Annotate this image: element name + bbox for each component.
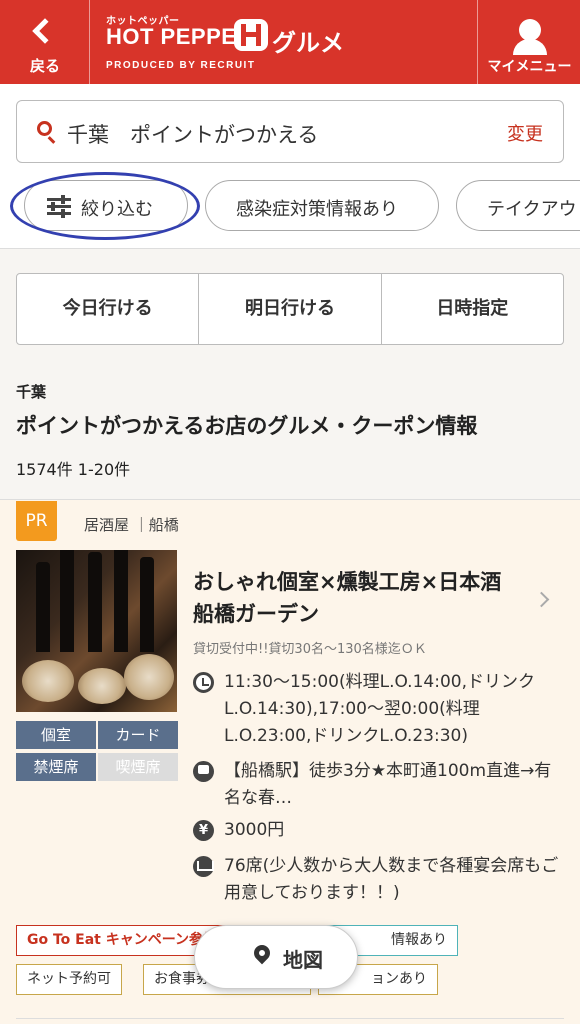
tag-non-smoking: 禁煙席 <box>16 753 96 781</box>
net-reservation-tag: ネット予約可 <box>16 964 122 995</box>
shop-access: 【船橋駅】徒歩3分★本町通100m直進→有名な春… <box>193 758 563 812</box>
shop-catch: 貸切受付中!!貸切30名〜130名様迄ＯＫ <box>193 642 427 657</box>
shop-seats: 76席(少人数から大人数まで各種宴会席もご用意しております！！) <box>193 853 563 907</box>
shop-budget: ¥ 3000円 <box>193 817 553 844</box>
chip-takeout[interactable]: テイクアウト <box>456 180 580 231</box>
narrow-down-label: 絞り込む <box>81 199 153 220</box>
clock-icon <box>193 672 214 693</box>
person-icon <box>519 19 541 41</box>
today-button[interactable]: 今日行ける <box>17 274 200 344</box>
seat-icon <box>193 856 214 877</box>
sliders-icon <box>47 195 71 218</box>
tag-card: カード <box>98 721 178 749</box>
mymenu-label: マイメニュー <box>487 59 572 75</box>
train-icon <box>193 761 214 782</box>
logo-hot-pepper: HOT PEPPER <box>106 24 253 49</box>
search-icon <box>37 121 52 136</box>
area-name: 千葉 <box>16 383 47 401</box>
datetime-button[interactable]: 日時指定 <box>382 274 563 344</box>
tomorrow-button[interactable]: 明日行ける <box>199 274 382 344</box>
page-title: ポイントがつかえるお店のグルメ・クーポン情報 <box>16 414 478 438</box>
map-button[interactable]: 地図 <box>194 925 358 989</box>
logo-gurume: グルメ <box>272 29 344 57</box>
search-query: 千葉 ポイントがつかえる <box>67 123 319 147</box>
narrow-down-button[interactable]: 絞り込む <box>24 180 188 231</box>
map-pin-icon <box>250 941 274 965</box>
app-header: 戻る ホットペッパー HOT PEPPER グルメ PRODUCED BY RE… <box>0 0 580 84</box>
chip-infection-info[interactable]: 感染症対策情報あり <box>205 180 439 231</box>
mymenu-button[interactable]: マイメニュー <box>477 0 580 84</box>
back-label: 戻る <box>29 57 60 75</box>
map-label: 地図 <box>283 948 323 972</box>
logo-produced-by: PRODUCED BY RECRUIT <box>106 60 256 71</box>
result-count: 1574件 1-20件 <box>16 460 131 479</box>
shop-hours: 11:30〜15:00(料理L.O.14:00,ドリンクL.O.14:30),1… <box>193 669 543 750</box>
logo-h-icon <box>234 19 268 51</box>
pr-badge: PR <box>16 501 57 541</box>
tag-smoking: 喫煙席 <box>98 753 178 781</box>
tag-private-room: 個室 <box>16 721 96 749</box>
yen-icon: ¥ <box>193 820 214 841</box>
back-button[interactable]: 戻る <box>0 0 90 84</box>
change-link[interactable]: 変更 <box>507 120 543 146</box>
shop-genre: 居酒屋 ｜船橋 <box>84 516 179 534</box>
shop-photo[interactable] <box>16 550 177 712</box>
date-selector: 今日行ける 明日行ける 日時指定 <box>16 273 564 345</box>
shop-name[interactable]: おしゃれ個室×燻製工房×日本酒 船橋ガーデン <box>193 566 522 630</box>
chevron-left-icon <box>32 18 58 44</box>
filter-chips: 絞り込む 感染症対策情報あり テイクアウト <box>0 180 580 232</box>
search-bar[interactable]: 千葉 ポイントがつかえる 変更 <box>16 100 564 163</box>
